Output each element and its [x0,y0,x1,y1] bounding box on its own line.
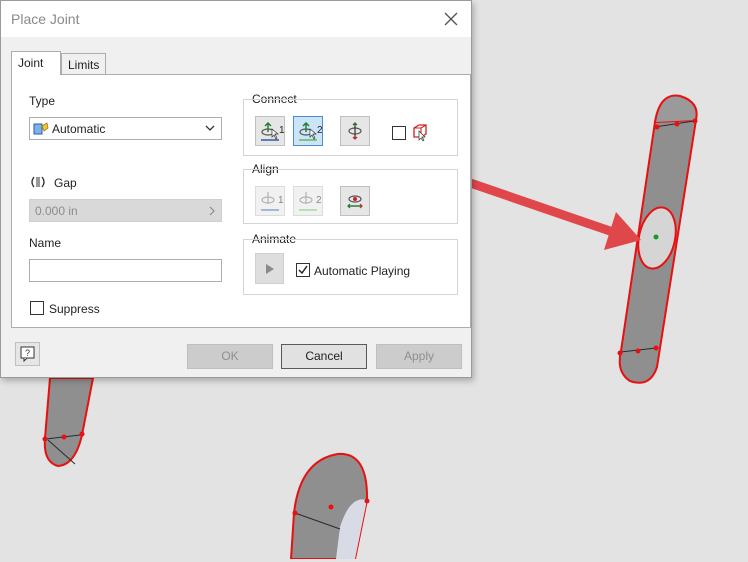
automatic-playing-checkbox[interactable] [296,263,310,277]
align-1-button[interactable]: 1 [255,186,285,216]
gap-label: Gap [54,176,77,190]
apply-button[interactable]: Apply [376,344,462,369]
close-icon [444,12,458,26]
connect-origin-2-icon [299,122,317,141]
tab-limits-label: Limits [68,58,100,72]
help-button[interactable]: ? [15,342,40,366]
gap-field[interactable]: 0.000 in [29,199,222,222]
connect-origin-1-button[interactable]: 1 [255,116,285,146]
ok-button[interactable]: OK [187,344,273,369]
play-icon [266,264,274,274]
chevron-right-icon [209,206,215,216]
link-part-bottom[interactable] [289,452,370,560]
svg-text:?: ? [25,348,30,358]
connect-origin-1-number: 1 [279,125,285,136]
chevron-down-icon [205,125,215,131]
tab-joint[interactable]: Joint [11,51,61,75]
checkmark-icon [298,265,308,275]
automatic-playing-label: Automatic Playing [314,264,411,278]
type-label: Type [29,94,56,108]
help-icon: ? [20,346,35,362]
dialog-title: Place Joint [11,11,80,27]
connect-origin-1-icon [261,122,279,141]
name-label: Name [29,236,62,250]
connect-origin-2-button[interactable]: 2 [293,116,323,146]
component-select-icon[interactable] [411,122,431,142]
tab-limits[interactable]: Limits [61,53,106,75]
flip-align-icon [347,195,363,209]
type-dropdown-value: Automatic [52,122,106,136]
flip-component-button[interactable] [340,116,370,146]
dialog-titlebar[interactable]: Place Joint [1,1,471,37]
align-2-number: 2 [316,195,322,206]
flip-component-icon [348,122,362,140]
gap-value: 0.000 in [35,204,78,218]
type-dropdown[interactable]: Automatic [29,117,222,140]
cancel-button[interactable]: Cancel [281,344,367,369]
close-button[interactable] [437,7,465,31]
align-2-button[interactable]: 2 [293,186,323,216]
link-part-left[interactable] [42,377,95,468]
gap-icon [31,176,45,188]
automatic-joint-type-icon [33,122,49,135]
play-button[interactable] [255,253,284,284]
tab-joint-label: Joint [18,56,44,70]
place-joint-dialog: Place Joint Joint Limits Type Automatic … [0,0,472,378]
flip-align-button[interactable] [340,186,370,216]
connect-origin-2-number: 2 [317,125,323,136]
align-1-number: 1 [278,195,284,206]
suppress-checkbox[interactable] [30,301,44,315]
name-field[interactable] [29,259,222,282]
component-select-checkbox[interactable] [392,126,406,140]
suppress-label: Suppress [49,302,100,316]
